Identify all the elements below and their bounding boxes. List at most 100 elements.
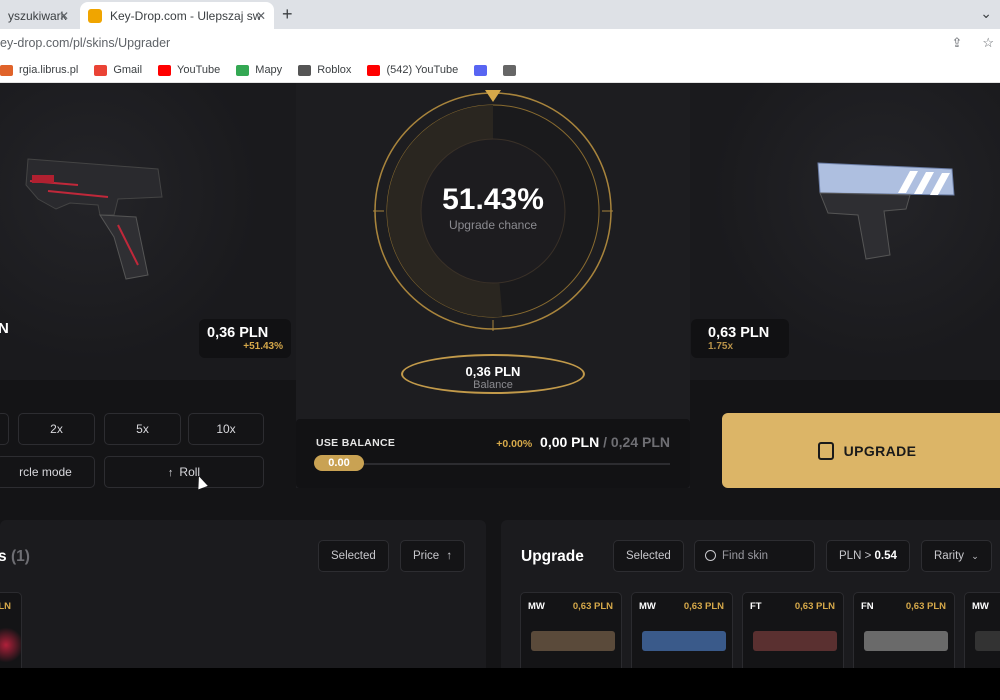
- price-sort-button[interactable]: Price ↑: [400, 540, 466, 572]
- bookmark-favicon-icon: [236, 64, 250, 76]
- bookmark-label: (542) YouTube: [386, 64, 459, 76]
- bookmark-item[interactable]: [474, 64, 488, 76]
- close-tab-icon[interactable]: ✕: [59, 9, 69, 23]
- tab-strip: yszukiwark ✕ Key-Drop.com - Ulepszaj swo…: [0, 0, 1000, 29]
- card-price: 0,63 PLN: [905, 601, 946, 612]
- skin-card[interactable]: MW: [964, 592, 1000, 668]
- sort-arrow-icon: ↑: [446, 550, 453, 562]
- rarity-dropdown[interactable]: Rarity ⌄: [921, 540, 992, 572]
- new-tab-button[interactable]: +: [282, 4, 293, 25]
- bookmark-star-icon[interactable]: ☆: [982, 35, 994, 51]
- balance-amount: 0,36 PLN: [465, 364, 521, 379]
- search-icon: [705, 550, 716, 562]
- use-balance-percent: +0.00%: [496, 438, 533, 450]
- bookmark-item[interactable]: Gmail: [94, 64, 142, 76]
- card-price: 0,63 PLN: [572, 601, 613, 612]
- use-balance-slider-handle[interactable]: 0.00: [314, 455, 364, 471]
- source-item-panel[interactable]: N 0,36 PLN +51.43%: [0, 83, 296, 380]
- bookmark-favicon-icon: [0, 64, 13, 76]
- price-sort-label: Price: [413, 550, 440, 562]
- balance-pill: 0,36 PLN Balance: [401, 354, 585, 394]
- card-wear: MW: [972, 601, 989, 612]
- multiplier-button-partial[interactable]: [0, 413, 9, 445]
- inventory-count: (1): [10, 548, 30, 565]
- skin-card[interactable]: MW 0,63 PLN: [520, 592, 622, 668]
- bookmark-item[interactable]: (542) YouTube: [367, 64, 458, 76]
- upgrade-selected-button[interactable]: Selected: [613, 540, 684, 572]
- tab-label: yszukiwark: [8, 8, 67, 23]
- use-balance-panel: USE BALANCE +0.00% 0,00 PLN / 0,24 PLN 0…: [296, 419, 690, 488]
- pistol-image: [25, 158, 163, 280]
- address-bar[interactable]: ey-drop.com/pl/skins/Upgrader ⇪ ☆: [0, 29, 1000, 57]
- rarity-label: Rarity: [934, 550, 965, 562]
- pointer-icon: [485, 90, 501, 102]
- price-filter-button[interactable]: PLN > 0.54: [826, 540, 910, 572]
- bookmark-item[interactable]: [503, 64, 517, 76]
- circle-mode-button[interactable]: rcle mode: [0, 456, 95, 488]
- card-wear: MW: [528, 601, 545, 612]
- upgrade-chance-value: 51.43%: [442, 183, 544, 216]
- use-balance-amounts: +0.00% 0,00 PLN / 0,24 PLN: [496, 434, 670, 450]
- arrow-up-icon: ↑: [167, 467, 174, 479]
- bookmark-label: YouTube: [177, 64, 221, 76]
- upgrader-page: N 0,36 PLN +51.43% 51.43% Upgrade chance…: [0, 83, 1000, 668]
- glock-image: [817, 162, 955, 260]
- inventory-panel: s (1) Selected Price ↑ LN: [0, 520, 486, 668]
- bookmark-label: Roblox: [317, 64, 352, 76]
- target-price-box: 0,63 PLN 1.75x: [691, 319, 789, 358]
- skin-card[interactable]: MW 0,63 PLN: [631, 592, 733, 668]
- source-price-box: 0,36 PLN +51.43%: [199, 319, 291, 358]
- bookmark-item[interactable]: YouTube: [158, 64, 220, 76]
- inventory-card[interactable]: LN: [0, 592, 22, 668]
- upgrade-button[interactable]: UPGRADE: [722, 413, 1000, 488]
- skin-card[interactable]: FN 0,63 PLN: [853, 592, 955, 668]
- card-wear: FT: [750, 601, 762, 612]
- card-glow: [0, 625, 21, 665]
- close-tab-icon[interactable]: ✕: [256, 9, 266, 23]
- bookmark-label: Gmail: [113, 64, 143, 76]
- upgrade-label: UPGRADE: [843, 442, 917, 459]
- find-skin-input[interactable]: Find skin: [694, 540, 815, 572]
- bookmarks-bar: rgia.librus.pl Gmail YouTube Mapy Roblox (542…: [0, 58, 1000, 83]
- bottom-letterbox: [0, 668, 1000, 700]
- bookmark-item[interactable]: rgia.librus.pl: [0, 64, 78, 76]
- target-price: 0,63 PLN: [708, 325, 770, 341]
- inventory-selected-button[interactable]: Selected: [318, 540, 389, 572]
- tab-key-drop[interactable]: Key-Drop.com - Ulepszaj swoje s ✕: [80, 2, 274, 29]
- inventory-title: s (1): [0, 548, 30, 566]
- chevron-down-icon: ⌄: [971, 551, 979, 561]
- upgrade-list-title: Upgrade: [521, 548, 584, 565]
- share-icon[interactable]: ⇪: [951, 35, 962, 51]
- bookmark-favicon-icon: [503, 64, 517, 76]
- use-balance-separator: /: [603, 434, 607, 450]
- tab-search[interactable]: yszukiwark ✕: [0, 2, 77, 29]
- roll-button[interactable]: ↑ Roll: [104, 456, 264, 488]
- card-price: LN: [0, 601, 11, 612]
- card-price: 0,63 PLN: [683, 601, 724, 612]
- use-balance-amount: 0,00 PLN: [540, 434, 600, 450]
- skin-card[interactable]: FT 0,63 PLN: [742, 592, 844, 668]
- tab-label: Key-Drop.com - Ulepszaj swoje s: [110, 8, 260, 23]
- bookmark-item[interactable]: Roblox: [298, 64, 351, 76]
- multiplier-10x-button[interactable]: 10x: [188, 413, 264, 445]
- balance-label: Balance: [473, 379, 513, 391]
- use-balance-max: 0,24 PLN: [610, 434, 670, 450]
- key-drop-favicon-icon: [88, 8, 102, 23]
- bookmark-item[interactable]: Mapy: [236, 64, 282, 76]
- multiplier-2x-button[interactable]: 2x: [18, 413, 95, 445]
- bookmark-favicon-icon: [298, 64, 312, 76]
- card-price: 0,63 PLN: [794, 601, 835, 612]
- target-multiplier: 1.75x: [708, 341, 734, 352]
- target-item-panel[interactable]: 0,63 PLN 1.75x: [690, 83, 1000, 380]
- upgrade-chance-label: Upgrade chance: [448, 218, 538, 232]
- url-text[interactable]: ey-drop.com/pl/skins/Upgrader: [0, 36, 170, 50]
- source-price: 0,36 PLN: [207, 325, 269, 341]
- card-wear: MW: [639, 601, 656, 612]
- item-name-fragment: N: [0, 320, 9, 337]
- use-balance-slider-track[interactable]: [316, 463, 670, 465]
- source-gain: +51.43%: [243, 341, 283, 352]
- multiplier-5x-button[interactable]: 5x: [104, 413, 181, 445]
- tab-search-menu-icon[interactable]: ⌄: [980, 5, 992, 22]
- card-weapon-image: [753, 631, 837, 651]
- card-weapon-image: [642, 631, 726, 651]
